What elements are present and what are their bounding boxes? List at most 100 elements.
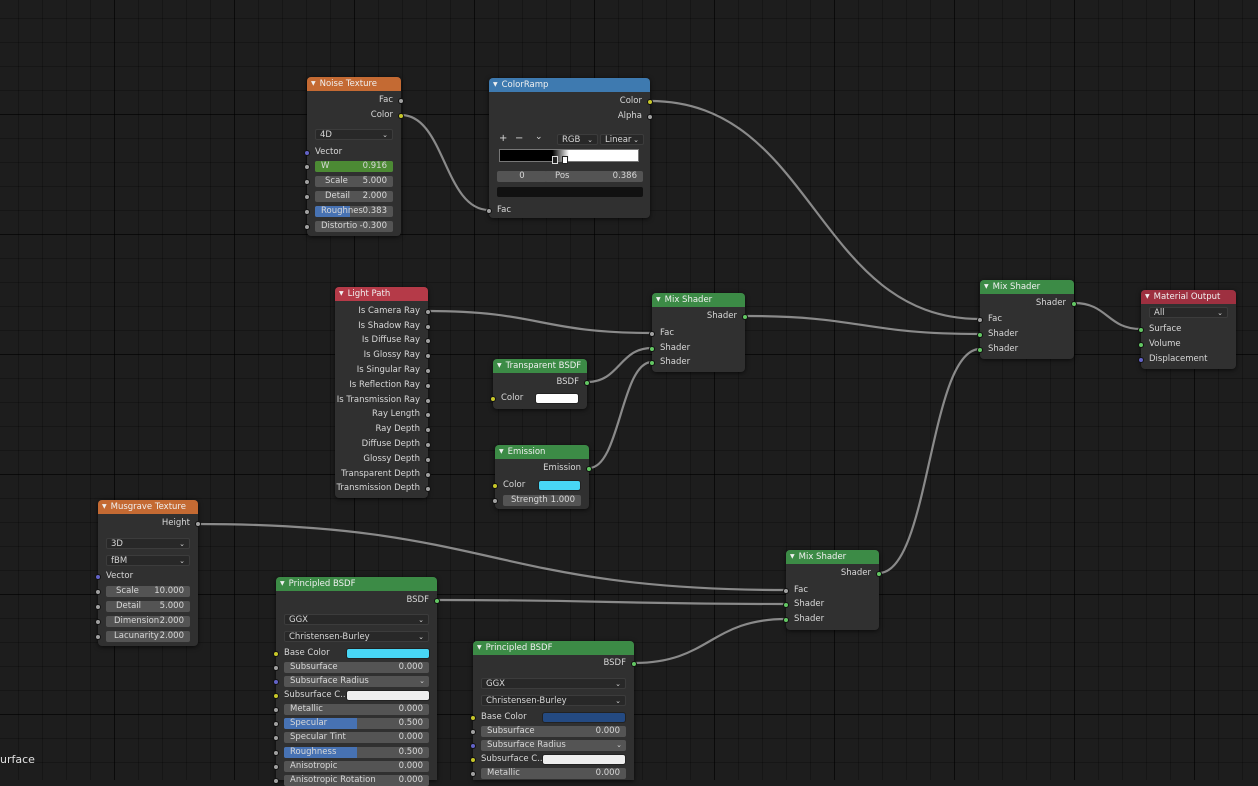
input-socket-color[interactable] [492,482,498,489]
input-socket-shader[interactable] [977,331,983,338]
roughness-field[interactable]: Roughness 0.500 [284,747,429,758]
input-socket-surface[interactable] [1138,326,1144,333]
output-socket-height[interactable] [195,520,201,527]
input-socket-roughness[interactable] [304,208,310,215]
strength-field[interactable]: Strength 1.000 [503,495,581,506]
color-ramp-gradient[interactable] [499,149,639,162]
mix-shader-node-2[interactable]: ▼ Mix Shader Shader Fac Shader Shader [977,280,1077,359]
add-stop-button[interactable]: + [499,133,507,144]
collapse-triangle-icon[interactable]: ▼ [790,553,795,560]
input-socket-subsurface-color[interactable] [470,756,476,763]
dimensions-dropdown[interactable]: 4D ⌄ [315,129,393,140]
output-socket-shader[interactable] [876,570,882,577]
collapse-triangle-icon[interactable]: ▼ [497,362,502,369]
input-socket-scale[interactable] [304,178,310,185]
input-socket-subsurface[interactable] [273,664,279,671]
output-socket[interactable] [425,308,431,315]
stop-position-field[interactable]: Pos 0.386 [545,171,643,182]
input-socket-subsurface-radius[interactable] [273,678,279,685]
dimensions-dropdown[interactable]: 3D ⌄ [106,538,190,549]
input-socket-anisotropic[interactable] [273,763,279,770]
output-socket[interactable] [425,367,431,374]
collapse-triangle-icon[interactable]: ▼ [339,290,344,297]
specular-tint-field[interactable]: Specular Tint 0.000 [284,732,429,743]
output-socket[interactable] [425,397,431,404]
metallic-field[interactable]: Metallic 0.000 [481,768,626,779]
emission-header[interactable]: ▼ Emission [495,445,589,459]
collapse-triangle-icon[interactable]: ▼ [656,296,661,303]
input-socket-fac[interactable] [783,587,789,594]
colorramp-header[interactable]: ▼ ColorRamp [489,78,650,92]
output-socket[interactable] [425,337,431,344]
input-socket-color[interactable] [490,395,496,402]
output-socket-fac[interactable] [398,97,404,104]
anisotropic-rotation-field[interactable]: Anisotropic Rotation 0.000 [284,775,429,786]
mix-shader-header[interactable]: ▼ Mix Shader [980,280,1074,294]
input-socket-shader[interactable] [783,601,789,608]
output-socket[interactable] [425,485,431,492]
collapse-triangle-icon[interactable]: ▼ [102,503,107,510]
output-socket-bsdf[interactable] [584,379,590,386]
detail-field[interactable]: Detail 2.000 [315,191,393,202]
mix-shader-header[interactable]: ▼ Mix Shader [652,293,745,307]
mix-shader-header[interactable]: ▼ Mix Shader [786,550,879,564]
material-output-header[interactable]: ▼ Material Output [1141,290,1236,304]
input-socket-shader[interactable] [977,346,983,353]
input-socket-subsurface-radius[interactable] [470,742,476,749]
w-field[interactable]: W 0.916 [315,161,393,172]
subsurface-color-swatch[interactable] [346,690,430,701]
emission-node[interactable]: ▼ Emission Emission Color Strength 1.000 [492,445,592,509]
input-socket-anisotropic-rotation[interactable] [273,777,279,784]
musgrave-texture-header[interactable]: ▼ Musgrave Texture [98,500,198,514]
color-swatch[interactable] [538,480,581,491]
output-socket[interactable] [425,323,431,330]
collapse-triangle-icon[interactable]: ▼ [280,580,285,587]
input-socket-fac[interactable] [977,316,983,323]
input-socket-specular-tint[interactable] [273,734,279,741]
principled-bsdf-header[interactable]: ▼ Principled BSDF [473,641,634,655]
input-socket-fac[interactable] [486,207,492,214]
render-target-dropdown[interactable]: All ⌄ [1149,307,1228,318]
output-socket[interactable] [425,411,431,418]
output-socket-color[interactable] [647,98,653,105]
subsurface-radius-dropdown[interactable]: Subsurface Radius ⌄ [284,676,429,687]
collapse-triangle-icon[interactable]: ▼ [311,80,316,87]
collapse-triangle-icon[interactable]: ▼ [493,81,498,88]
input-socket-strength[interactable] [492,497,498,504]
output-socket[interactable] [425,382,431,389]
subsurface-field[interactable]: Subsurface 0.000 [284,662,429,673]
noise-texture-header[interactable]: ▼ Noise Texture [307,77,401,91]
ramp-menu-chevron-icon[interactable]: ⌄ [535,132,543,142]
light-path-node[interactable]: ▼ Light Path Is Camera Ray Is Shadow Ray … [335,287,431,498]
output-socket[interactable] [425,441,431,448]
color-swatch[interactable] [535,393,579,404]
scale-field[interactable]: Scale 5.000 [315,176,393,187]
subsurface-color-swatch[interactable] [542,754,626,765]
base-color-swatch[interactable] [346,648,430,659]
output-socket[interactable] [425,456,431,463]
light-path-header[interactable]: ▼ Light Path [335,287,428,301]
input-socket-detail[interactable] [304,193,310,200]
specular-field[interactable]: Specular 0.500 [284,718,429,729]
input-socket-subsurface[interactable] [470,728,476,735]
stop-index-field[interactable]: 0 [497,171,547,182]
noise-texture-node[interactable]: ▼ Noise Texture Fac Color 4D ⌄ Vector W 0.9… [304,77,404,236]
input-socket-subsurface-color[interactable] [273,692,279,699]
ramp-stop-handle-white[interactable] [562,156,568,164]
input-socket-specular[interactable] [273,720,279,727]
output-socket-alpha[interactable] [647,113,653,120]
output-socket[interactable] [425,471,431,478]
input-socket-fac[interactable] [649,330,655,337]
output-socket-bsdf[interactable] [434,597,440,604]
collapse-triangle-icon[interactable]: ▼ [984,283,989,290]
mix-shader-node-1[interactable]: ▼ Mix Shader Shader Fac Shader Shader [649,293,748,372]
input-socket-shader[interactable] [649,345,655,352]
output-socket-shader[interactable] [742,313,748,320]
scale-field[interactable]: Scale 10.000 [106,586,190,597]
input-socket-displacement[interactable] [1138,356,1144,363]
roughness-field[interactable]: Roughnes 0.383 [315,206,393,217]
metallic-field[interactable]: Metallic 0.000 [284,704,429,715]
lacunarity-field[interactable]: Lacunarity 2.000 [106,631,190,642]
transparent-bsdf-header[interactable]: ▼ Transparent BSDF [493,359,587,373]
input-socket-metallic[interactable] [273,706,279,713]
